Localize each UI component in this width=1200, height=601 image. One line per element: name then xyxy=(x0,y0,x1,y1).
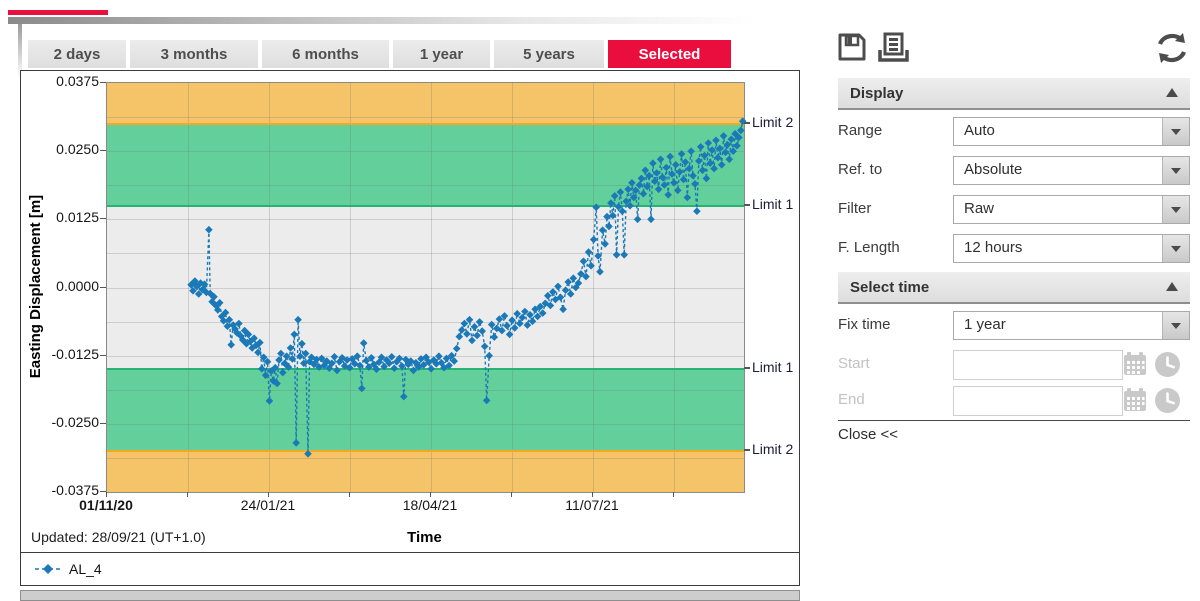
frame-gradient-bar xyxy=(8,17,756,24)
print-icon[interactable] xyxy=(876,31,910,63)
filter-select[interactable]: Raw xyxy=(953,195,1190,224)
row-filter: Filter Raw xyxy=(838,195,1190,225)
calendar-icon[interactable] xyxy=(1122,351,1148,377)
f-length-label: F. Length xyxy=(838,239,900,256)
y-tick-label: -0.0250 xyxy=(27,414,99,430)
bottom-panel-edge xyxy=(20,590,800,601)
row-fix-time: Fix time 1 year xyxy=(838,311,1190,341)
clock-icon[interactable] xyxy=(1154,387,1181,414)
range-label: Range xyxy=(838,122,882,139)
x-tick-label: 01/11/20 xyxy=(61,497,151,513)
refresh-icon[interactable] xyxy=(1152,28,1192,68)
y-tick xyxy=(100,150,106,151)
limit-label: Limit 2 xyxy=(752,441,793,457)
calendar-icon[interactable] xyxy=(1122,387,1148,413)
row-ref-to: Ref. to Absolute xyxy=(838,156,1190,186)
fix-time-select[interactable]: 1 year xyxy=(953,311,1190,340)
y-tick xyxy=(100,287,106,288)
legend-box: AL_4 xyxy=(20,552,800,586)
dropdown-arrow-icon[interactable] xyxy=(1162,235,1189,262)
start-date-input[interactable] xyxy=(953,350,1123,380)
limit-label: Limit 1 xyxy=(752,196,793,212)
collapse-arrow-icon[interactable] xyxy=(1166,282,1178,291)
fix-time-label: Fix time xyxy=(838,316,891,333)
x-tick xyxy=(268,492,269,497)
end-label: End xyxy=(838,391,865,408)
close-panel-link[interactable]: Close << xyxy=(838,426,898,443)
ref-to-select[interactable]: Absolute xyxy=(953,156,1190,185)
legend-label: AL_4 xyxy=(69,561,102,577)
dropdown-arrow-icon[interactable] xyxy=(1162,157,1189,184)
y-tick xyxy=(100,355,106,356)
y-tick xyxy=(100,218,106,219)
ref-to-label: Ref. to xyxy=(838,161,882,178)
tab-1-year[interactable]: 1 year xyxy=(393,40,490,68)
x-tick xyxy=(187,492,188,497)
end-date-input[interactable] xyxy=(953,386,1123,416)
y-tick xyxy=(100,423,106,424)
clock-icon[interactable] xyxy=(1154,351,1181,378)
tab-3-months[interactable]: 3 months xyxy=(130,40,258,68)
section-header-select-time[interactable]: Select time xyxy=(838,272,1190,304)
y-tick-label: 0.0250 xyxy=(27,141,99,157)
x-tick xyxy=(511,492,512,497)
limit-label: Limit 1 xyxy=(752,359,793,375)
y-tick-label: -0.0125 xyxy=(27,346,99,362)
limit-tick xyxy=(744,367,750,369)
row-end: End xyxy=(838,386,1190,416)
tab-selected[interactable]: Selected xyxy=(608,40,731,68)
x-tick xyxy=(106,492,107,497)
y-tick-label: 0.0375 xyxy=(27,73,99,89)
section-title: Select time xyxy=(850,279,929,296)
x-axis-title: Time xyxy=(106,529,743,546)
limit-tick xyxy=(744,122,750,124)
chart-container: Easting Displacement [m] Updated: 28/09/… xyxy=(20,70,800,554)
y-tick xyxy=(100,82,106,83)
start-label: Start xyxy=(838,355,870,372)
x-tick xyxy=(349,492,350,497)
dropdown-arrow-icon[interactable] xyxy=(1162,196,1189,223)
tab-5-years[interactable]: 5 years xyxy=(494,40,604,68)
x-tick-label: 11/07/21 xyxy=(547,497,637,513)
dropdown-arrow-icon[interactable] xyxy=(1162,118,1189,145)
limit-tick xyxy=(744,449,750,451)
filter-label: Filter xyxy=(838,200,871,217)
f-length-select[interactable]: 12 hours xyxy=(953,234,1190,263)
plot-area[interactable] xyxy=(106,82,745,493)
tab-6-months[interactable]: 6 months xyxy=(262,40,389,68)
row-range: Range Auto xyxy=(838,117,1190,147)
y-tick-label: 0.0000 xyxy=(27,278,99,294)
row-f-length: F. Length 12 hours xyxy=(838,234,1190,264)
x-tick xyxy=(430,492,431,497)
legend-marker-icon xyxy=(35,563,61,575)
save-icon[interactable] xyxy=(836,31,868,63)
row-start: Start xyxy=(838,350,1190,380)
dropdown-arrow-icon[interactable] xyxy=(1162,312,1189,339)
collapse-arrow-icon[interactable] xyxy=(1166,88,1178,97)
y-tick-label: -0.0375 xyxy=(27,482,99,498)
x-tick-label: 18/04/21 xyxy=(385,497,475,513)
tab-2-days[interactable]: 2 days xyxy=(28,40,126,68)
data-series-al4 xyxy=(107,83,744,492)
x-tick xyxy=(673,492,674,497)
panel-divider xyxy=(838,420,1190,421)
time-range-tabs: 2 days3 months6 months1 year5 yearsSelec… xyxy=(28,40,731,68)
x-tick-label: 24/01/21 xyxy=(223,497,313,513)
active-tab-indicator xyxy=(8,10,108,15)
range-select[interactable]: Auto xyxy=(953,117,1190,146)
section-header-display[interactable]: Display xyxy=(838,78,1190,110)
x-tick xyxy=(592,492,593,497)
limit-tick xyxy=(744,204,750,206)
y-tick-label: 0.0125 xyxy=(27,209,99,225)
limit-label: Limit 2 xyxy=(752,114,793,130)
section-title: Display xyxy=(850,85,903,102)
